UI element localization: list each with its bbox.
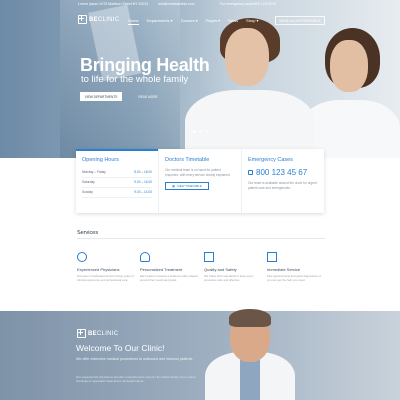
hours-time: 8.00 – 18.00: [134, 170, 152, 174]
hours-day: Monday – Friday: [82, 170, 106, 174]
hours-row: Monday – Friday 8.00 – 18.00: [82, 168, 152, 178]
nav-item-doctors[interactable]: Doctors ▾: [181, 18, 198, 25]
hours-time: 9.00 – 14.00: [134, 190, 152, 194]
email-link[interactable]: info@medicalclinic.com: [158, 2, 195, 6]
timetable-card: Doctors Timetable Our medical team is on…: [159, 149, 242, 213]
hours-time: 9.00 – 16.00: [134, 180, 152, 184]
nav-item-departments[interactable]: Departments ▾: [147, 18, 173, 25]
main-nav: BECLINIC Home Departments ▾ Doctors ▾ Pa…: [0, 12, 400, 30]
welcome-logo: BECLINIC: [77, 329, 118, 338]
card-accent-bar: [76, 149, 158, 151]
cross-icon: [78, 15, 87, 24]
hero-section: Lorem Ipsum 1075 Madison Street NY 10013…: [0, 0, 400, 158]
emergency-phone[interactable]: 800 123 45 67: [248, 168, 318, 177]
slider-dots: [193, 130, 208, 133]
card-title: Emergency Cases: [248, 157, 293, 163]
doctor-figure: [330, 40, 368, 92]
divider: [77, 238, 325, 239]
service-text: We follow strict standards to keep every…: [204, 274, 254, 282]
logo-rest: CLINIC: [96, 330, 119, 337]
service-item[interactable]: Immediate Service Fast appointments and …: [267, 252, 325, 282]
logo-bold: BE: [89, 16, 98, 23]
service-item[interactable]: Quality and Safety We follow strict stan…: [204, 252, 262, 282]
info-cards: Opening Hours Monday – Friday 8.00 – 18.…: [76, 149, 324, 213]
heart-icon: [140, 252, 150, 262]
card-text: Our medical team is on hand for patient …: [165, 168, 231, 177]
slider-dot[interactable]: [193, 130, 196, 133]
logo-rest: CLINIC: [97, 16, 120, 23]
doctor-figure: [185, 90, 315, 158]
phone-link[interactable]: 800 123 45 67: [254, 2, 276, 6]
read-more-button[interactable]: READ MORE: [130, 92, 166, 101]
welcome-title: Welcome To Our Clinic!: [76, 343, 165, 353]
phone-number: 800 123 45 67: [256, 168, 308, 177]
logo[interactable]: BECLINIC: [78, 15, 119, 24]
hours-row: Saturday 9.00 – 16.00: [82, 178, 152, 188]
service-text: Our team of dedicated doctors brings yea…: [77, 274, 134, 282]
card-title: Doctors Timetable: [165, 157, 210, 163]
doctor-portrait: [229, 309, 271, 327]
camera-icon: [267, 252, 277, 262]
services-title: Services: [77, 230, 99, 236]
welcome-text: We offer extensive medical procedures to…: [76, 357, 194, 361]
service-item[interactable]: Personalized Treatment Each patient rece…: [140, 252, 198, 282]
calendar-icon: ▦: [172, 184, 175, 189]
address-text: Lorem Ipsum 1075 Madison Street NY 10013: [78, 2, 149, 6]
phone-icon: [248, 170, 253, 175]
welcome-section: BECLINIC Welcome To Our Clinic! We offer…: [0, 311, 400, 400]
service-text: Fast appointments and quick diagnostics …: [267, 274, 322, 282]
page: Lorem Ipsum 1075 Madison Street NY 10013…: [0, 0, 400, 400]
emergency-label: For emergency cases: [220, 2, 254, 6]
shield-icon: [204, 252, 214, 262]
logo-bold: BE: [88, 330, 97, 337]
doctor-figure: [225, 28, 269, 86]
service-title: Quality and Safety: [204, 267, 237, 272]
appointment-button[interactable]: MAKE AN APPOINTMENT: [275, 16, 325, 25]
service-text: Each patient receives a treatment plan s…: [140, 274, 198, 282]
top-bar: Lorem Ipsum 1075 Madison Street NY 10013…: [0, 0, 400, 10]
view-departments-button[interactable]: VIEW DEPARTMENTS: [80, 92, 122, 101]
service-title: Personalized Treatment: [140, 267, 183, 272]
card-text: Our team is available around the clock f…: [248, 181, 317, 190]
card-title: Opening Hours: [82, 157, 119, 163]
button-label: VIEW TIMETABLE: [176, 184, 202, 189]
slider-dot[interactable]: [205, 130, 208, 133]
service-item[interactable]: Experienced Physicians Our team of dedic…: [77, 252, 135, 282]
service-title: Experienced Physicians: [77, 267, 120, 272]
nav-item-news[interactable]: News: [228, 18, 238, 25]
service-title: Immediate Service: [267, 267, 301, 272]
emergency-card: Emergency Cases 800 123 45 67 Our team i…: [242, 149, 324, 213]
hours-day: Saturday: [82, 180, 95, 184]
nav-menu: Home Departments ▾ Doctors ▾ Pages ▾ New…: [128, 18, 259, 25]
view-timetable-button[interactable]: ▦ VIEW TIMETABLE: [165, 182, 209, 191]
hero-subtitle: to life for the whole family: [81, 74, 189, 85]
hours-day: Sunday: [82, 190, 93, 194]
nav-item-shop[interactable]: Shop ▾: [246, 18, 258, 25]
welcome-text: Our experienced physicians provide compr…: [76, 375, 196, 384]
nav-item-home[interactable]: Home: [128, 18, 139, 25]
hero-title: Bringing Health: [80, 55, 210, 75]
hours-row: Sunday 9.00 – 14.00: [82, 188, 152, 198]
opening-hours-card: Opening Hours Monday – Friday 8.00 – 18.…: [76, 149, 159, 213]
nav-item-pages[interactable]: Pages ▾: [206, 18, 220, 25]
user-icon: [77, 252, 87, 262]
slider-dot[interactable]: [199, 130, 202, 133]
cross-icon: [77, 329, 86, 338]
